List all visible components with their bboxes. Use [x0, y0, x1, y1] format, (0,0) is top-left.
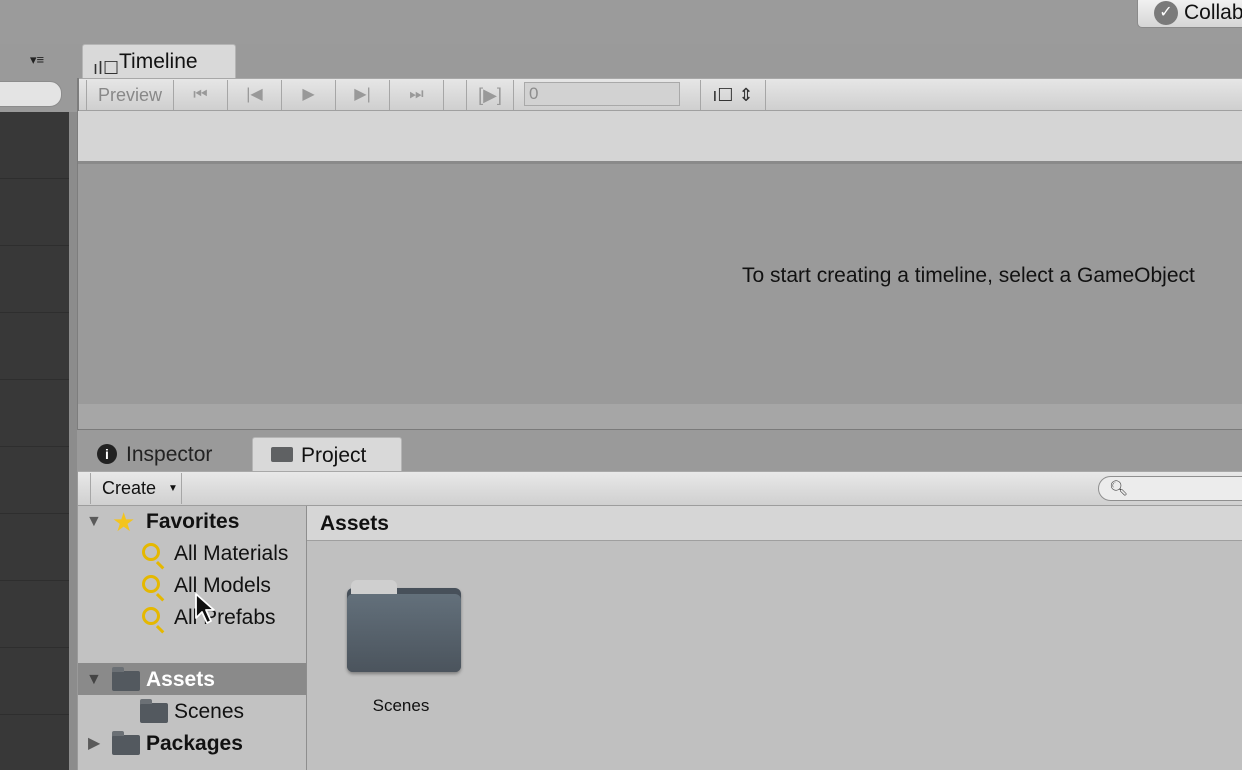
expand-triangle-icon[interactable]: ▼ [86, 507, 102, 537]
collapse-triangle-icon[interactable]: ▶ [88, 729, 100, 759]
next-frame-icon[interactable]: ▶| [336, 80, 390, 110]
create-button[interactable]: Create ▼ [90, 473, 182, 504]
project-toolbar: Create ▼ 🔍︎ [78, 471, 1242, 506]
star-icon: ★ [112, 507, 136, 537]
top-toolbar [0, 0, 1242, 44]
magnifier-icon [142, 575, 160, 593]
hierarchy-menu-icon[interactable]: ▾≡ [30, 52, 62, 72]
create-label: Create [102, 478, 157, 498]
magnifier-icon [142, 607, 160, 625]
favorites-label: Favorites [146, 510, 240, 533]
info-icon: i [97, 444, 117, 464]
hierarchy-list [0, 112, 69, 770]
timeline-footer [78, 404, 1242, 430]
search-icon: 🔍︎ [1109, 480, 1129, 497]
favorite-item-label: All Models [174, 574, 271, 597]
folder-icon [112, 731, 140, 755]
last-frame-icon[interactable]: ⏭ [390, 80, 444, 110]
assets-breadcrumb: Assets [307, 506, 1242, 541]
frame-field[interactable]: 0 [524, 82, 680, 106]
inspector-tab-label: Inspector [126, 443, 213, 466]
check-circle-icon: ✓ [1154, 1, 1178, 25]
favorite-item-label: All Materials [174, 542, 289, 565]
tab-timeline[interactable]: ıI☐ Timeline [82, 44, 236, 78]
view-options-icon[interactable]: ı☐ ⇕ [700, 80, 766, 110]
tab-project[interactable]: Project [252, 437, 402, 472]
assets-label: Assets [146, 668, 215, 691]
folder-icon [140, 699, 168, 723]
scenes-folder-label[interactable]: Scenes [340, 696, 462, 716]
timeline-header [78, 111, 1242, 161]
folder-icon [112, 667, 140, 691]
collab-label: Collab [1184, 1, 1242, 24]
packages-label: Packages [146, 732, 243, 755]
tab-inspector[interactable]: i Inspector [82, 438, 242, 471]
timeline-toolbar: Preview ⏮ |◀ ▶ ▶| ⏭ [▶] 0 ı☐ ⇕ [78, 78, 1242, 111]
preview-button[interactable]: Preview [86, 80, 174, 110]
collab-button[interactable]: ✓ Collab [1137, 0, 1242, 28]
folder-icon [271, 447, 293, 462]
first-frame-icon[interactable]: ⏮ [174, 80, 228, 110]
magnifier-icon [142, 543, 160, 561]
panel-splitter[interactable] [69, 112, 77, 770]
play-range-icon[interactable]: [▶] [466, 80, 514, 110]
timeline-tab-label: Timeline [119, 50, 198, 73]
scenes-tree-label: Scenes [174, 700, 245, 723]
favorite-item-label: All Prefabs [174, 606, 276, 629]
project-search-input[interactable]: 🔍︎ [1098, 476, 1242, 501]
previous-frame-icon[interactable]: |◀ [228, 80, 282, 110]
scenes-folder-icon[interactable] [347, 580, 461, 672]
hierarchy-search-field[interactable] [0, 81, 62, 107]
timeline-empty-message: To start creating a timeline, select a G… [742, 264, 1195, 287]
play-icon[interactable]: ▶ [282, 80, 336, 110]
expand-triangle-icon[interactable]: ▼ [86, 665, 102, 695]
mouse-cursor-icon [195, 593, 215, 624]
dropdown-arrow-icon: ▼ [168, 483, 178, 494]
project-tab-label: Project [301, 444, 367, 467]
